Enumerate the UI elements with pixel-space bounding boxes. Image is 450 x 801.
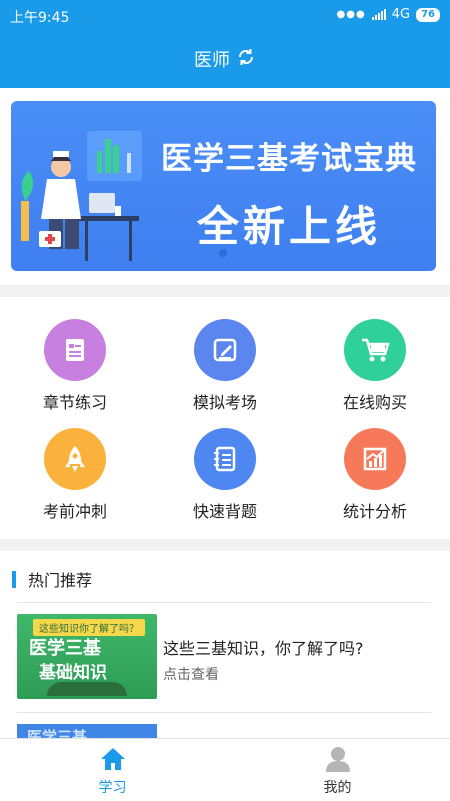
nav-title[interactable]: 医师 <box>194 46 230 72</box>
network-type: 4G <box>391 7 411 22</box>
tab-study[interactable]: 学习 <box>0 739 225 801</box>
article-view-link[interactable]: 点击查看 <box>163 664 219 684</box>
chart-icon <box>363 447 387 471</box>
thumb-line1: 医学三基 <box>27 728 88 738</box>
grid-icon-circle <box>194 319 256 381</box>
divider <box>17 712 431 713</box>
grid-item-chapter-practice[interactable]: 章节练习 <box>0 319 150 413</box>
grid-item-label: 统计分析 <box>342 502 407 521</box>
hot-recommend-section: 热门推荐 这些知识你了解了吗？ 医学三基 基础知识 这些三基知识，你了解了吗? … <box>0 551 450 738</box>
grid-item-statistics[interactable]: 统计分析 <box>300 428 450 522</box>
divider <box>17 602 431 603</box>
section-header: 热门推荐 <box>12 567 92 591</box>
section-marker <box>12 570 16 588</box>
article-thumbnail[interactable]: 这些知识你了解了吗？ 医学三基 基础知识 <box>17 614 157 699</box>
banner-section: 医学三基考试宝典 全新上线 <box>0 88 450 285</box>
shopping-cart-icon <box>362 338 390 362</box>
grid-item-label: 快速背题 <box>192 502 257 521</box>
doctor-illustration-icon <box>21 131 142 261</box>
refresh-icon[interactable] <box>236 47 256 72</box>
carousel-indicator <box>219 249 227 257</box>
grid-item-mock-exam[interactable]: 模拟考场 <box>150 319 300 413</box>
home-icon <box>100 748 125 770</box>
pencil-edit-icon <box>213 338 237 362</box>
grid-icon-circle <box>44 319 106 381</box>
article-thumbnail[interactable]: 医学三基 <box>17 724 157 738</box>
function-grid: 章节练习 模拟考场 在线购买 考前冲刺 快速背题 统计分析 <box>0 297 450 539</box>
notification-dots-icon: ●●● <box>336 9 366 20</box>
document-icon <box>66 339 84 361</box>
user-icon <box>325 747 350 772</box>
tab-mine[interactable]: 我的 <box>225 739 450 801</box>
section-title: 热门推荐 <box>28 571 93 590</box>
status-time: 上午9:45 <box>10 10 70 26</box>
thumb-line1: 医学三基 <box>29 638 101 659</box>
grid-item-quick-memorize[interactable]: 快速背题 <box>150 428 300 522</box>
tab-label: 我的 <box>323 780 352 796</box>
grid-item-label: 在线购买 <box>342 393 407 412</box>
rocket-icon <box>65 446 85 472</box>
grid-item-label: 考前冲刺 <box>42 502 107 521</box>
tab-label: 学习 <box>98 780 127 796</box>
top-nav-bar: 医师 <box>0 30 450 88</box>
grid-item-buy-online[interactable]: 在线购买 <box>300 319 450 413</box>
banner-title: 医学三基考试宝典 <box>161 141 417 177</box>
grid-icon-circle <box>194 428 256 490</box>
grid-item-label: 章节练习 <box>42 393 107 412</box>
grid-item-sprint[interactable]: 考前冲刺 <box>0 428 150 522</box>
promo-banner[interactable]: 医学三基考试宝典 全新上线 <box>11 101 436 271</box>
grid-icon-circle <box>344 428 406 490</box>
grid-icon-circle <box>344 319 406 381</box>
book-icon <box>47 682 127 696</box>
grid-icon-circle <box>44 428 106 490</box>
status-bar: 上午9:45 ●●● 4G 76 <box>0 0 450 30</box>
battery-icon: 76 <box>416 7 440 22</box>
article-title[interactable]: 这些三基知识，你了解了吗? <box>163 635 364 659</box>
thumb-line2: 基础知识 <box>39 663 107 683</box>
signal-icon <box>371 9 386 20</box>
notebook-icon <box>214 446 236 472</box>
status-icons: ●●● 4G 76 <box>337 7 440 22</box>
banner-subtitle: 全新上线 <box>197 202 382 251</box>
grid-item-label: 模拟考场 <box>192 393 257 412</box>
bottom-tab-bar: 学习 我的 <box>0 738 450 801</box>
